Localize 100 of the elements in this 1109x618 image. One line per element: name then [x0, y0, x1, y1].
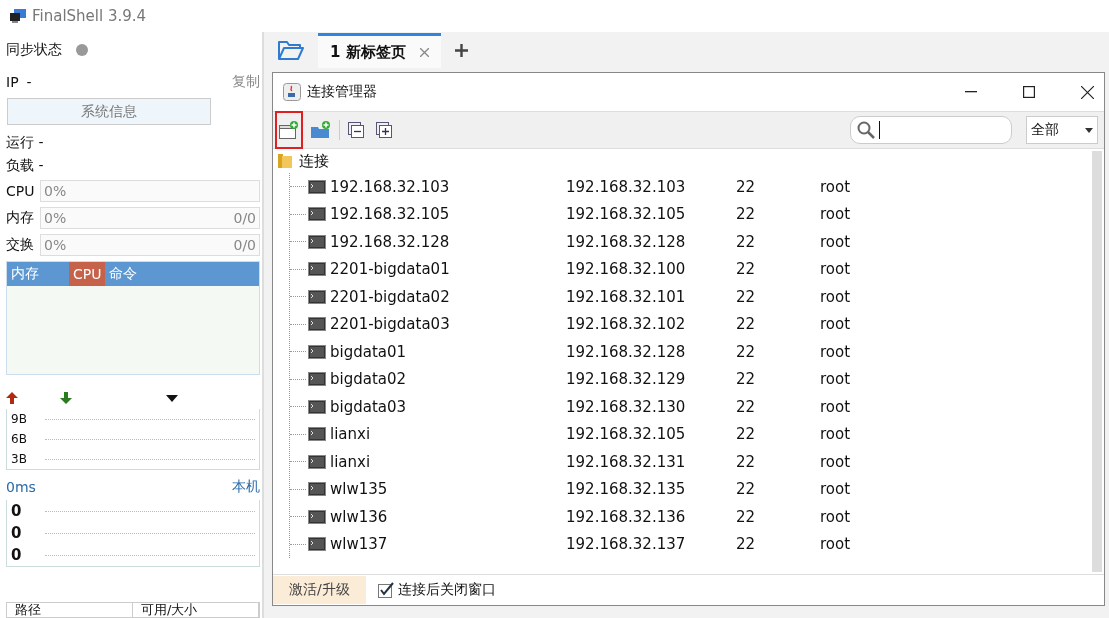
- folder-icon[interactable]: [278, 40, 304, 60]
- java-cup-icon: [283, 83, 301, 101]
- activate-button[interactable]: 激活/升级: [273, 576, 366, 604]
- connection-name[interactable]: lianxi: [330, 452, 566, 471]
- connection-name[interactable]: 192.168.32.105: [330, 205, 566, 224]
- axis-label: 0: [11, 502, 23, 520]
- column-header[interactable]: 可用/大小: [133, 603, 259, 617]
- folder-icon: [277, 153, 293, 169]
- column-header[interactable]: 路径: [7, 603, 133, 617]
- dialog-title: 连接管理器: [307, 83, 377, 101]
- close-icon[interactable]: [1081, 85, 1094, 99]
- host-cell-text: 192.168.32.101: [566, 287, 687, 306]
- port-cell-text: 22: [736, 315, 757, 334]
- checkbox[interactable]: [377, 582, 394, 598]
- user-cell: root: [820, 535, 851, 554]
- meter-label: 内存: [6, 208, 35, 227]
- filter-dropdown[interactable]: 全部: [1026, 116, 1098, 144]
- connection-name[interactable]: 2201-bigdata02: [330, 287, 566, 306]
- user-cell: root: [820, 287, 851, 306]
- host-cell-text: 192.168.32.137: [566, 535, 687, 554]
- connection-name[interactable]: bigdata01: [330, 342, 566, 361]
- uptime-label: 运行 -: [6, 133, 45, 152]
- port-cell-text: 22: [736, 177, 757, 196]
- copy-link[interactable]: 复制: [232, 73, 260, 91]
- upload-arrow-icon: [6, 392, 18, 404]
- ip-value: -: [26, 74, 32, 90]
- terminal-icon: [308, 179, 326, 194]
- session-tab[interactable]: 1 新标签页: [318, 33, 441, 68]
- connection-name[interactable]: wlw136: [330, 507, 566, 526]
- terminal-icon: [308, 372, 326, 387]
- user-cell: root: [820, 232, 851, 251]
- host-cell-text: 192.168.32.129: [566, 370, 687, 389]
- highlighted-toolbar-button[interactable]: [275, 111, 303, 149]
- port-cell-text: 22: [736, 260, 757, 279]
- connection-name[interactable]: bigdata02: [330, 370, 566, 389]
- port-cell-text: 22: [736, 425, 757, 444]
- status-dot: [76, 44, 88, 56]
- connection-name[interactable]: lianxi: [330, 425, 566, 444]
- search-field[interactable]: [850, 116, 1012, 144]
- connection-name[interactable]: bigdata03: [330, 397, 566, 416]
- scrollbar[interactable]: [1092, 151, 1102, 572]
- connection-name[interactable]: 2201-bigdata03: [330, 315, 566, 334]
- terminal-icon: [308, 262, 326, 277]
- download-arrow-icon: [60, 392, 72, 404]
- new-folder-icon[interactable]: [311, 121, 331, 139]
- port-cell-text: 22: [736, 287, 757, 306]
- host-cell-text: 192.168.32.103: [566, 177, 687, 196]
- connection-name[interactable]: wlw135: [330, 480, 566, 499]
- tree-folder[interactable]: 连接: [299, 151, 329, 171]
- connection-name[interactable]: 2201-bigdata01: [330, 260, 566, 279]
- user-cell: root: [820, 342, 851, 361]
- connection-name[interactable]: 192.168.32.103: [330, 177, 566, 196]
- host-cell-text: 192.168.32.105: [566, 205, 687, 224]
- dropdown-caret-icon: [166, 394, 178, 402]
- axis-label: 6B: [11, 432, 28, 446]
- host-cell-text: 192.168.32.135: [566, 480, 687, 499]
- terminal-icon: [308, 207, 326, 222]
- latency-label: 0ms: [6, 479, 36, 495]
- terminal-icon: [308, 399, 326, 414]
- user-cell: root: [820, 480, 851, 499]
- host-cell-text: 192.168.32.100: [566, 260, 687, 279]
- terminal-icon: [308, 509, 326, 524]
- add-tab-icon[interactable]: [454, 43, 468, 57]
- load-label: 负载 -: [6, 156, 45, 175]
- host-cell-text: 192.168.32.128: [566, 232, 687, 251]
- user-cell: root: [820, 425, 851, 444]
- maximize-icon[interactable]: [1023, 86, 1035, 98]
- port-cell-text: 22: [736, 205, 757, 224]
- port-cell-text: 22: [736, 480, 757, 499]
- window-title: FinalShell 3.9.4: [32, 7, 147, 25]
- user-cell: root: [820, 315, 851, 334]
- user-cell: root: [820, 177, 851, 196]
- collapse-all-icon[interactable]: [348, 122, 364, 138]
- process-tab[interactable]: CPU: [69, 262, 106, 286]
- user-cell: root: [820, 452, 851, 471]
- port-cell-text: 22: [736, 370, 757, 389]
- minimize-icon[interactable]: [965, 91, 977, 93]
- axis-label: 0: [11, 546, 23, 564]
- terminal-icon: [308, 344, 326, 359]
- expand-all-icon[interactable]: [376, 122, 392, 138]
- connection-name[interactable]: wlw137: [330, 535, 566, 554]
- host-link[interactable]: 本机: [232, 478, 260, 496]
- user-cell: root: [820, 370, 851, 389]
- port-cell-text: 22: [736, 535, 757, 554]
- system-info-button[interactable]: 系统信息: [7, 98, 211, 125]
- user-cell: root: [820, 507, 851, 526]
- new-window-icon[interactable]: [279, 121, 299, 139]
- terminal-icon: [308, 234, 326, 249]
- connection-name[interactable]: 192.168.32.128: [330, 232, 566, 251]
- sync-label: 同步状态: [6, 41, 62, 59]
- port-cell-text: 22: [736, 452, 757, 471]
- terminal-icon: [308, 454, 326, 469]
- meter-value: 0%: [44, 209, 68, 226]
- meter-label: CPU: [6, 182, 36, 199]
- host-cell-text: 192.168.32.130: [566, 397, 687, 416]
- host-cell-text: 192.168.32.136: [566, 507, 687, 526]
- port-cell-text: 22: [736, 507, 757, 526]
- ip-label: IP: [6, 74, 19, 90]
- terminal-icon: [308, 482, 326, 497]
- user-cell: root: [820, 260, 851, 279]
